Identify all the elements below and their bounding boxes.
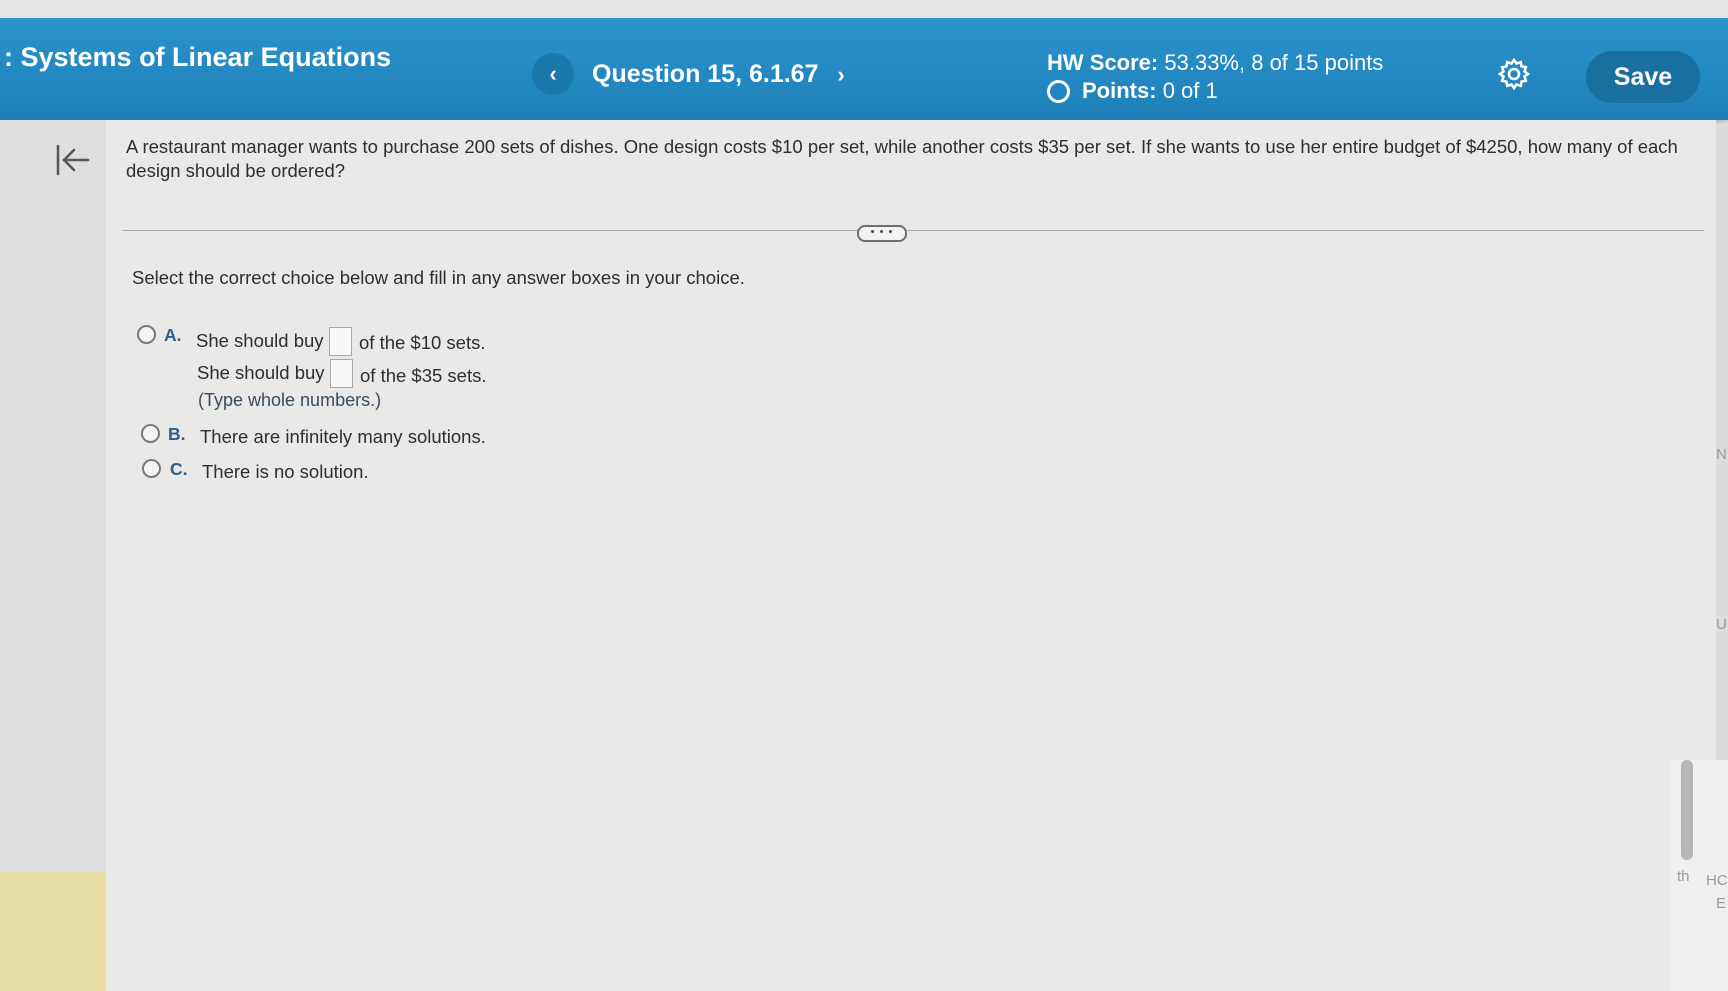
choice-c-radio[interactable]: [142, 459, 161, 478]
question-header: : Systems of Linear Equations ‹ Question…: [0, 18, 1728, 120]
edge-text-fragment: th: [1677, 868, 1690, 885]
choice-c-letter: C.: [170, 459, 188, 479]
collapse-panel-icon: [56, 144, 90, 176]
section-divider: [122, 230, 1704, 231]
expand-toggle-button[interactable]: • • •: [857, 225, 907, 242]
settings-button[interactable]: [1497, 57, 1531, 91]
save-button[interactable]: Save: [1586, 51, 1700, 103]
points-label: Points:: [1082, 78, 1157, 103]
question-text: A restaurant manager wants to purchase 2…: [126, 136, 1678, 181]
hw-score-value: 53.33%, 8 of 15 points: [1164, 50, 1384, 75]
choice-b-radio[interactable]: [141, 424, 160, 443]
answer-instruction: Select the correct choice below and fill…: [132, 267, 745, 288]
scrollbar-thumb[interactable]: [1681, 760, 1693, 860]
thirtyfive-dollar-sets-input[interactable]: [330, 359, 353, 388]
choice-b-text: There are infinitely many solutions.: [200, 426, 486, 447]
choice-a-radio[interactable]: [137, 325, 156, 344]
next-question-button[interactable]: ›: [825, 56, 857, 94]
choice-b-letter: B.: [168, 424, 186, 444]
edge-text-fragment: E: [1716, 895, 1727, 912]
choice-c-text: There is no solution.: [202, 461, 369, 482]
choice-a-line2-suffix: of the $35 sets.: [360, 365, 487, 386]
choice-a-line2-prefix: She should buy: [197, 362, 325, 383]
hw-score: HW Score: 53.33%, 8 of 15 points: [1047, 50, 1383, 76]
points: Points: 0 of 1: [1047, 78, 1218, 104]
edge-text-fragment: HC: [1706, 872, 1728, 889]
edge-text-fragment: N: [1716, 446, 1727, 463]
chevron-right-icon: ›: [837, 62, 845, 87]
chevron-left-icon: ‹: [549, 61, 557, 86]
assignment-title: : Systems of Linear Equations: [4, 42, 392, 72]
gear-icon: [1497, 57, 1531, 91]
ten-dollar-sets-input[interactable]: [329, 327, 352, 356]
window-top-strip: [0, 0, 1728, 20]
question-title: Question 15, 6.1.67: [592, 60, 819, 88]
edge-text-fragment: U: [1716, 616, 1727, 633]
choice-a-note: (Type whole numbers.): [198, 390, 382, 410]
hw-score-label: HW Score:: [1047, 50, 1159, 75]
choice-a-line1-prefix: She should buy: [196, 330, 324, 351]
collapse-panel-button[interactable]: [50, 140, 94, 180]
choice-a-line1-suffix: of the $10 sets.: [359, 332, 486, 353]
points-status-icon: [1047, 79, 1070, 103]
previous-question-button[interactable]: ‹: [532, 53, 574, 95]
points-value: 0 of 1: [1162, 78, 1218, 103]
choice-a-letter: A.: [164, 325, 182, 345]
question-content-area: [106, 120, 1716, 991]
